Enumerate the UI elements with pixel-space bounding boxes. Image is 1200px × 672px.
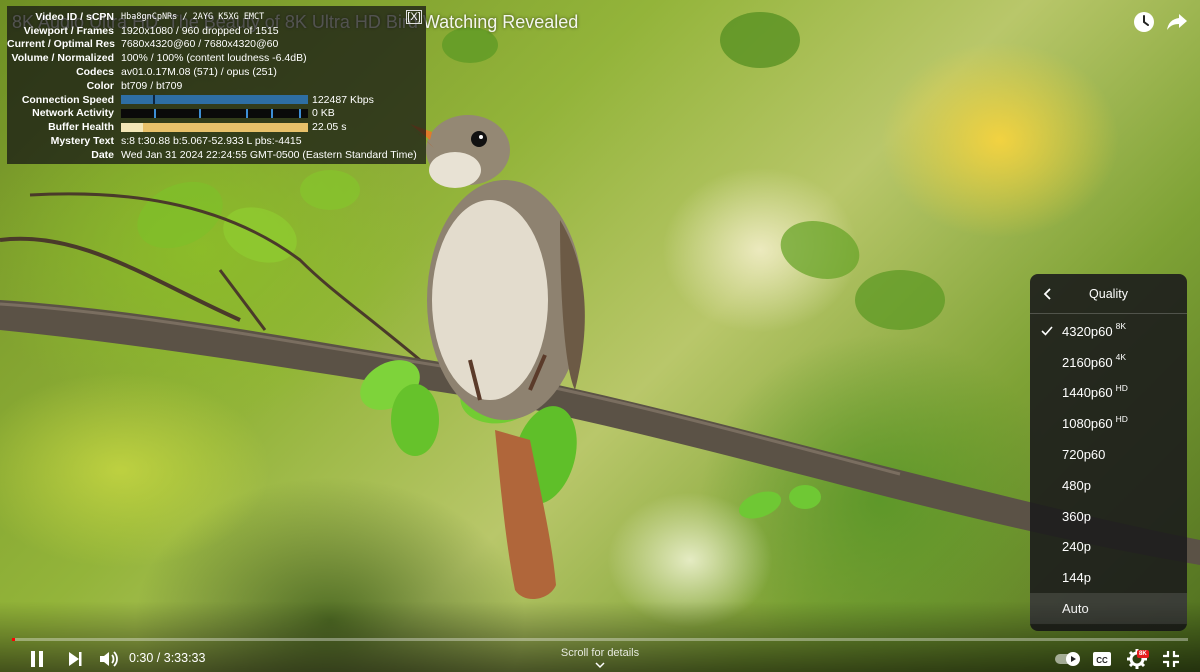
- network-activity-bar: [121, 108, 308, 118]
- quality-option-label: 480p: [1062, 477, 1091, 493]
- exit-fullscreen-icon[interactable]: [1160, 648, 1182, 670]
- buffer-health-bar: [121, 122, 308, 132]
- svg-text:CC: CC: [1096, 656, 1108, 665]
- stats-label: Color: [86, 79, 114, 92]
- quality-option-360p[interactable]: 360p: [1030, 501, 1187, 532]
- quality-option-label: 720p60: [1062, 447, 1106, 463]
- quality-option-4320p60[interactable]: 4320p60 8K: [1030, 316, 1187, 347]
- stats-label: Viewport / Frames: [23, 24, 114, 37]
- stats-label: Mystery Text: [50, 135, 114, 148]
- quality-option-label: 240p: [1062, 539, 1091, 555]
- quality-option-label: 144p: [1062, 570, 1091, 586]
- quality-option-label: 360p: [1062, 508, 1091, 524]
- pause-icon[interactable]: [26, 648, 48, 670]
- quality-menu-back-button[interactable]: Quality: [1030, 274, 1187, 314]
- quality-option-2160p60[interactable]: 2160p60 4K: [1030, 347, 1187, 378]
- stats-value: 0 KB: [312, 107, 335, 120]
- quality-options-list: 4320p60 8K 2160p60 4K 1440p60 HD 1080p60 HD 720p…: [1030, 314, 1187, 624]
- stats-label: Volume / Normalized: [11, 52, 115, 65]
- chevron-left-icon: [1043, 288, 1051, 300]
- stats-label: Connection Speed: [21, 93, 114, 106]
- stats-row-color: Color bt709 / bt709: [7, 79, 420, 93]
- stats-row-viewport: Viewport / Frames 1920x1080 / 960 droppe…: [7, 24, 420, 38]
- quality-option-badge: HD: [1115, 382, 1128, 393]
- checkmark-icon: [1041, 326, 1053, 336]
- stats-value: bt709 / bt709: [121, 79, 183, 92]
- quality-option-240p[interactable]: 240p: [1030, 532, 1187, 563]
- quality-option-720p60[interactable]: 720p60: [1030, 439, 1187, 470]
- volume-icon[interactable]: [97, 648, 119, 670]
- stats-label: Buffer Health: [48, 121, 114, 134]
- quality-option-1440p60[interactable]: 1440p60 HD: [1030, 378, 1187, 409]
- stats-value: 22.05 s: [312, 121, 347, 134]
- stats-label: Current / Optimal Res: [7, 38, 115, 51]
- stats-label: Network Activity: [32, 107, 114, 120]
- progress-bar[interactable]: [12, 638, 1188, 641]
- quality-option-1080p60[interactable]: 1080p60 HD: [1030, 408, 1187, 439]
- quality-option-badge: 4K: [1115, 352, 1127, 363]
- quality-option-480p[interactable]: 480p: [1030, 470, 1187, 501]
- quality-option-label: 1080p60: [1062, 416, 1113, 432]
- stats-row-network-activity: Network Activity 0 KB: [7, 107, 420, 121]
- stats-row-codecs: Codecs av01.0.17M.08 (571) / opus (251): [7, 65, 420, 79]
- stats-label: Codecs: [76, 66, 114, 79]
- stats-row-video-id: Video ID / sCPN Hba8gnCpNRs / 2AYG K5XG …: [7, 10, 420, 24]
- stats-row-mystery-text: Mystery Text s:8 t:30.88 b:5.067-52.933 …: [7, 134, 420, 148]
- stats-row-resolution: Current / Optimal Res 7680x4320@60 / 768…: [7, 38, 420, 52]
- stats-value: Wed Jan 31 2024 22:24:55 GMT-0500 (Easte…: [121, 148, 417, 161]
- stats-value: 122487 Kbps: [312, 93, 374, 106]
- connection-speed-bar: [121, 95, 308, 105]
- stats-row-connection-speed: Connection Speed 122487 Kbps: [7, 93, 420, 107]
- settings-8k-badge: 8K: [1137, 650, 1149, 658]
- progress-played: [12, 638, 15, 641]
- stats-label: Date: [91, 148, 114, 161]
- quality-option-label: 4320p60: [1062, 323, 1113, 339]
- quality-option-label: 2160p60: [1062, 354, 1113, 370]
- stats-label: Video ID / sCPN: [35, 10, 114, 23]
- stats-for-nerds-panel: [X] Video ID / sCPN Hba8gnCpNRs / 2AYG K…: [7, 6, 426, 164]
- stats-row-buffer-health: Buffer Health 22.05 s: [7, 120, 420, 134]
- clock-icon[interactable]: [1132, 10, 1156, 34]
- stats-value: av01.0.17M.08 (571) / opus (251): [121, 66, 277, 79]
- autoplay-toggle-icon[interactable]: [1054, 648, 1082, 670]
- quality-option-label: 1440p60: [1062, 385, 1113, 401]
- stats-row-date: Date Wed Jan 31 2024 22:24:55 GMT-0500 (…: [7, 148, 420, 162]
- quality-option-badge: 8K: [1115, 321, 1127, 332]
- chevron-down-icon: [595, 662, 605, 669]
- stats-value: 1920x1080 / 960 dropped of 1515: [121, 24, 279, 37]
- scroll-for-details-hint[interactable]: Scroll for details: [540, 647, 660, 659]
- stats-value: 7680x4320@60 / 7680x4320@60: [121, 38, 279, 51]
- next-icon[interactable]: [64, 648, 86, 670]
- stats-close-button[interactable]: [X]: [406, 10, 422, 24]
- quality-option-badge: HD: [1115, 413, 1128, 424]
- share-arrow-icon[interactable]: [1165, 10, 1189, 34]
- stats-value: 100% / 100% (content loudness -6.4dB): [121, 52, 307, 65]
- stats-row-volume: Volume / Normalized 100% / 100% (content…: [7, 51, 420, 65]
- quality-option-144p[interactable]: 144p: [1030, 562, 1187, 593]
- stats-value: Hba8gnCpNRs / 2AYG K5XG EMCT: [121, 11, 265, 22]
- time-display: 0:30 / 3:33:33: [129, 651, 206, 665]
- cc-icon[interactable]: CC: [1091, 648, 1113, 670]
- quality-menu: Quality 4320p60 8K 2160p60 4K 1440p60 HD 1080p…: [1030, 274, 1187, 631]
- stats-value: s:8 t:30.88 b:5.067-52.933 L pbs:-4415: [121, 135, 302, 148]
